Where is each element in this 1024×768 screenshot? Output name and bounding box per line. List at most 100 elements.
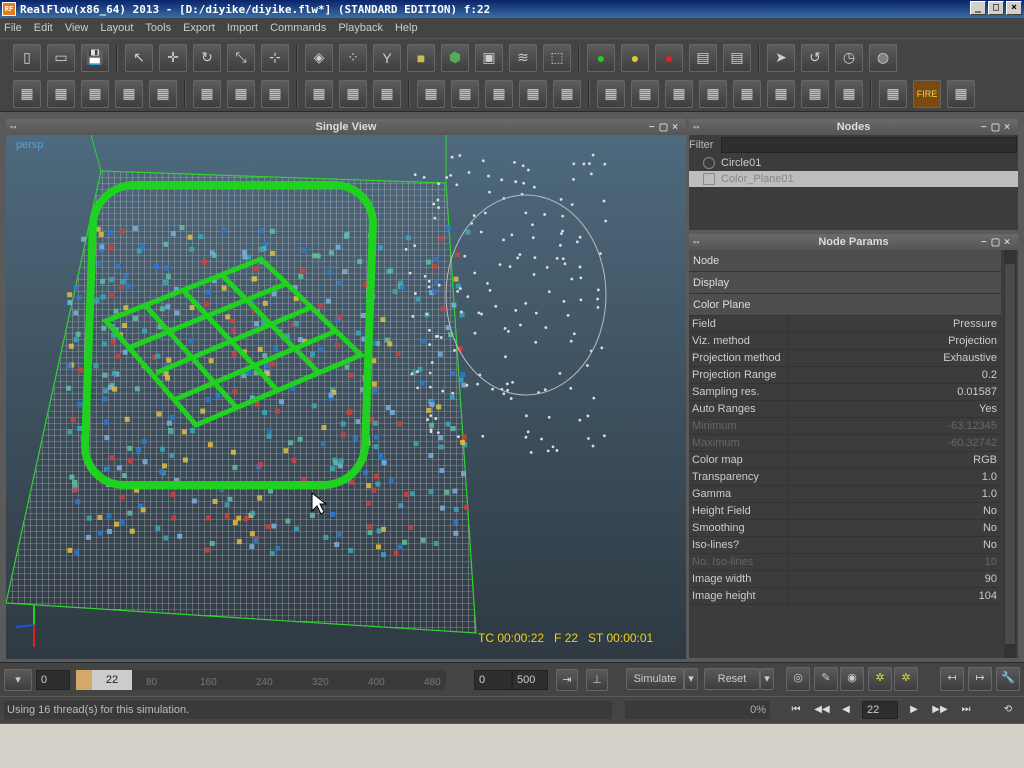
param-row[interactable]: Color map RGB [689,452,1001,469]
reset-icon[interactable]: ↺ [801,43,829,72]
cube-icon[interactable]: ⬚ [543,43,571,72]
param-value[interactable]: No [789,537,1001,553]
save-icon[interactable]: 💾 [81,43,109,72]
film-icon[interactable]: ▦ [305,79,333,108]
menu-export[interactable]: Export [183,22,215,34]
param-value[interactable]: Yes [789,401,1001,417]
cube-b-icon[interactable]: ▦ [631,79,659,108]
param-row[interactable]: Gamma 1.0 [689,486,1001,503]
cube-f-icon[interactable]: ▦ [767,79,795,108]
cube-d-icon[interactable]: ▦ [699,79,727,108]
param-row[interactable]: Image width 90 [689,571,1001,588]
rotate-icon[interactable]: ↻ [193,43,221,72]
go-end-icon[interactable]: ⏭ [956,701,976,719]
pane-grip-icon[interactable]: ▪▪ [693,122,699,132]
new-file-icon[interactable]: ▯ [13,43,41,72]
params-scrollbar[interactable] [1004,250,1016,658]
wrench-icon[interactable]: 🔧 [996,667,1020,691]
cube-h-icon[interactable]: ▦ [835,79,863,108]
pane-controls[interactable]: −▢× [981,237,1014,248]
pane-controls[interactable]: −▢× [649,122,682,133]
go-start-icon[interactable]: ⏮ [786,701,806,719]
plus-icon[interactable]: ▦ [47,79,75,108]
pane-grip-icon[interactable]: ▪▪ [10,122,16,132]
grid3-icon[interactable]: ▦ [485,79,513,108]
param-value[interactable]: -60.32742 [789,435,1001,451]
menu-tools[interactable]: Tools [145,22,171,34]
key-next-button[interactable]: ⊥ [586,669,608,691]
param-value[interactable]: Projection [789,333,1001,349]
param-value[interactable]: 10 [789,554,1001,570]
param-value[interactable]: 0.01587 [789,384,1001,400]
play-back-icon[interactable]: ◀ [836,701,856,719]
emitter-icon[interactable]: ◈ [305,43,333,72]
maximize-button[interactable]: □ [988,1,1004,15]
key-prev-button[interactable]: ⇥ [556,669,578,691]
gear-icon[interactable]: ✲ [868,667,892,691]
prev-key-icon[interactable]: ◀◀ [812,701,832,719]
param-row[interactable]: Viz. method Projection [689,333,1001,350]
play-icon[interactable]: ▶ [904,701,924,719]
move-icon[interactable]: ✛ [159,43,187,72]
node-item-color-plane01[interactable]: Color_Plane01 [689,171,1018,187]
globe-icon[interactable]: ◍ [869,43,897,72]
menu-playback[interactable]: Playback [338,22,383,34]
scale-icon[interactable]: ⤡ [227,43,255,72]
param-value[interactable]: 1.0 [789,469,1001,485]
param-value[interactable]: RGB [789,452,1001,468]
menu-file[interactable]: File [4,22,22,34]
param-row[interactable]: Field Pressure [689,316,1001,333]
param-value[interactable]: -63.12345 [789,418,1001,434]
eye-icon[interactable]: ◉ [840,667,864,691]
search-icon[interactable]: ▦ [149,79,177,108]
minimize-button[interactable]: _ [970,1,986,15]
pane-grip-icon[interactable]: ▪▪ [693,237,699,247]
param-row[interactable]: Maximum -60.32742 [689,435,1001,452]
3d-viewport[interactable]: persp TC 00:00:22 F 22 ST 00:00:01 [6,135,686,659]
param-row[interactable]: Smoothing No [689,520,1001,537]
menu-commands[interactable]: Commands [270,22,326,34]
range-start-input[interactable]: 0 [474,670,512,690]
box2-icon[interactable]: ▦ [227,79,255,108]
edit-icon[interactable]: ✎ [814,667,838,691]
fire-icon[interactable]: FIRE [913,79,941,108]
param-row[interactable]: Iso-lines? No [689,537,1001,554]
grid2-icon[interactable]: ▦ [451,79,479,108]
param-value[interactable]: No [789,503,1001,519]
param-row[interactable]: Projection Range 0.2 [689,367,1001,384]
param-row[interactable]: Image height 104 [689,588,1001,605]
red-circle-icon[interactable]: ● [655,43,683,72]
simulate-button[interactable]: Simulate [626,668,684,690]
menu-edit[interactable]: Edit [34,22,53,34]
param-value[interactable]: 90 [789,571,1001,587]
menu-import[interactable]: Import [227,22,258,34]
pane-controls[interactable]: −▢× [981,122,1014,133]
menu-layout[interactable]: Layout [100,22,133,34]
filter-input[interactable] [721,137,1017,153]
play-simulate-icon[interactable]: ➤ [767,43,795,72]
param-row[interactable]: Sampling res. 0.01587 [689,384,1001,401]
hourglass-icon[interactable]: ▦ [553,79,581,108]
range-end-input[interactable]: 500 [512,670,548,690]
wave-icon[interactable]: ≋ [509,43,537,72]
next-key-icon[interactable]: ▶▶ [930,701,950,719]
key-menu-button[interactable]: ▾ [4,669,32,691]
param-value[interactable]: Exhaustive [789,350,1001,366]
step-back-icon[interactable]: ↤ [940,667,964,691]
param-row[interactable]: Minimum -63.12345 [689,418,1001,435]
daemon-icon[interactable]: Y [373,43,401,72]
mesh-icon[interactable]: ⬢ [441,43,469,72]
start-frame-input[interactable]: 0 [36,670,70,690]
param-row[interactable]: Auto Ranges Yes [689,401,1001,418]
add-icon[interactable]: ▦ [115,79,143,108]
param-value[interactable]: 0.2 [789,367,1001,383]
ruler-icon[interactable]: ▦ [339,79,367,108]
param-value[interactable]: Pressure [789,316,1001,332]
section-color-plane[interactable]: Color Plane [689,294,1001,316]
yellow-circle-icon[interactable]: ● [621,43,649,72]
time-slider-handle[interactable] [76,670,92,690]
cube-g-icon[interactable]: ▦ [801,79,829,108]
param-row[interactable]: Height Field No [689,503,1001,520]
simulate-dropdown[interactable]: ▾ [684,668,698,690]
render-icon[interactable]: ▦ [879,79,907,108]
